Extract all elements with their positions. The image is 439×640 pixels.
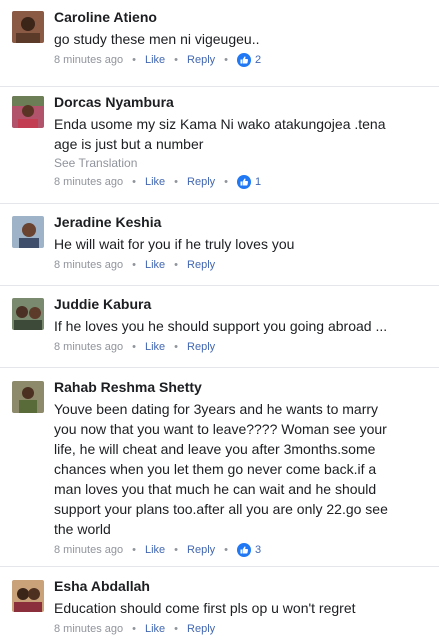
divider <box>0 285 439 286</box>
comment-line: Education should come first pls op u won… <box>54 600 356 616</box>
like-button[interactable]: Like <box>145 52 165 68</box>
like-button[interactable]: Like <box>145 257 165 273</box>
commenter-name[interactable]: Esha Abdallah <box>54 577 429 595</box>
likes-count: 1 <box>255 176 262 188</box>
separator-dot: • <box>174 544 179 556</box>
divider <box>0 86 439 87</box>
like-count[interactable]: 2 <box>237 52 261 68</box>
thumbs-up-icon <box>237 175 251 189</box>
separator-dot: • <box>174 341 179 353</box>
separator-dot: • <box>132 259 136 271</box>
reply-button[interactable]: Reply <box>187 174 215 190</box>
avatar[interactable] <box>12 216 44 248</box>
commenter-name[interactable]: Caroline Atieno <box>54 8 429 26</box>
commenter-name[interactable]: Rahab Reshma Shetty <box>54 378 429 396</box>
comment-text: Education should come first pls op u won… <box>54 598 429 618</box>
timestamp[interactable]: 8 minutes ago <box>54 174 123 190</box>
likes-count: 2 <box>255 54 262 66</box>
separator-dot: • <box>174 54 179 66</box>
reply-button[interactable]: Reply <box>187 542 215 558</box>
see-translation-link[interactable]: See Translation <box>54 155 429 171</box>
commenter-name[interactable]: Dorcas Nyambura <box>54 93 429 111</box>
comment-line: man loves you that much he can wait and … <box>54 481 377 497</box>
divider <box>0 566 439 567</box>
comment-feed: Caroline Atieno go study these men ni vi… <box>0 0 439 640</box>
comment-line: go study these men ni vigeugeu.. <box>54 31 260 47</box>
divider <box>0 203 439 204</box>
comment-text: Youve been dating for 3years and he want… <box>54 399 429 539</box>
avatar[interactable] <box>12 381 44 413</box>
separator-dot: • <box>132 176 136 188</box>
comment-meta: 8 minutes ago • Like • Reply <box>54 621 429 637</box>
reply-button[interactable]: Reply <box>187 339 215 355</box>
comment-line: Enda usome my siz Kama Ni wako atakungoj… <box>54 116 386 132</box>
comment-text: He will wait for you if he truly loves y… <box>54 234 429 254</box>
commenter-name[interactable]: Jeradine Keshia <box>54 213 429 231</box>
comment-meta: 8 minutes ago • Like • Reply • 3 <box>54 542 429 558</box>
comment-text: If he loves you he should support you go… <box>54 316 429 336</box>
timestamp[interactable]: 8 minutes ago <box>54 257 123 273</box>
timestamp[interactable]: 8 minutes ago <box>54 542 123 558</box>
avatar[interactable] <box>12 580 44 612</box>
separator-dot: • <box>174 259 179 271</box>
separator-dot: • <box>224 176 228 188</box>
like-button[interactable]: Like <box>145 339 165 355</box>
comment-meta: 8 minutes ago • Like • Reply • 2 <box>54 52 429 68</box>
comment-line: Youve been dating for 3years and he want… <box>54 401 379 417</box>
comment-text: Enda usome my siz Kama Ni wako atakungoj… <box>54 114 429 154</box>
separator-dot: • <box>132 623 136 635</box>
like-button[interactable]: Like <box>145 542 165 558</box>
separator-dot: • <box>132 341 136 353</box>
separator-dot: • <box>132 544 136 556</box>
avatar[interactable] <box>12 96 44 128</box>
separator-dot: • <box>224 54 228 66</box>
comment-line: chances when you let them go never come … <box>54 461 377 477</box>
thumbs-up-icon <box>237 53 251 67</box>
likes-count: 3 <box>255 544 262 556</box>
timestamp[interactable]: 8 minutes ago <box>54 52 123 68</box>
timestamp[interactable]: 8 minutes ago <box>54 621 123 637</box>
avatar[interactable] <box>12 11 44 43</box>
comment-text: go study these men ni vigeugeu.. <box>54 29 429 49</box>
separator-dot: • <box>132 54 136 66</box>
avatar[interactable] <box>12 298 44 330</box>
timestamp[interactable]: 8 minutes ago <box>54 339 123 355</box>
reply-button[interactable]: Reply <box>187 621 215 637</box>
separator-dot: • <box>224 544 228 556</box>
comment-line: you now that you want to leave???? Woman… <box>54 421 387 437</box>
comment-meta: 8 minutes ago • Like • Reply <box>54 257 429 273</box>
reply-button[interactable]: Reply <box>187 257 215 273</box>
reply-button[interactable]: Reply <box>187 52 215 68</box>
thumbs-up-icon <box>237 543 251 557</box>
like-count[interactable]: 3 <box>237 542 261 558</box>
comment-meta: 8 minutes ago • Like • Reply <box>54 339 429 355</box>
comment-line: If he loves you he should support you go… <box>54 318 388 334</box>
comment-line: support your plans too.after all you are… <box>54 501 388 517</box>
comment-line: age is just but a number <box>54 136 204 152</box>
comment-meta: 8 minutes ago • Like • Reply • 1 <box>54 174 429 190</box>
like-button[interactable]: Like <box>145 621 165 637</box>
separator-dot: • <box>174 176 179 188</box>
like-button[interactable]: Like <box>145 174 165 190</box>
divider <box>0 367 439 368</box>
separator-dot: • <box>174 623 179 635</box>
comment-line: He will wait for you if he truly loves y… <box>54 236 295 252</box>
comment-line: life, he will cheat and leave you after … <box>54 441 376 457</box>
comment-line: the world <box>54 521 111 537</box>
like-count[interactable]: 1 <box>237 174 261 190</box>
commenter-name[interactable]: Juddie Kabura <box>54 295 429 313</box>
